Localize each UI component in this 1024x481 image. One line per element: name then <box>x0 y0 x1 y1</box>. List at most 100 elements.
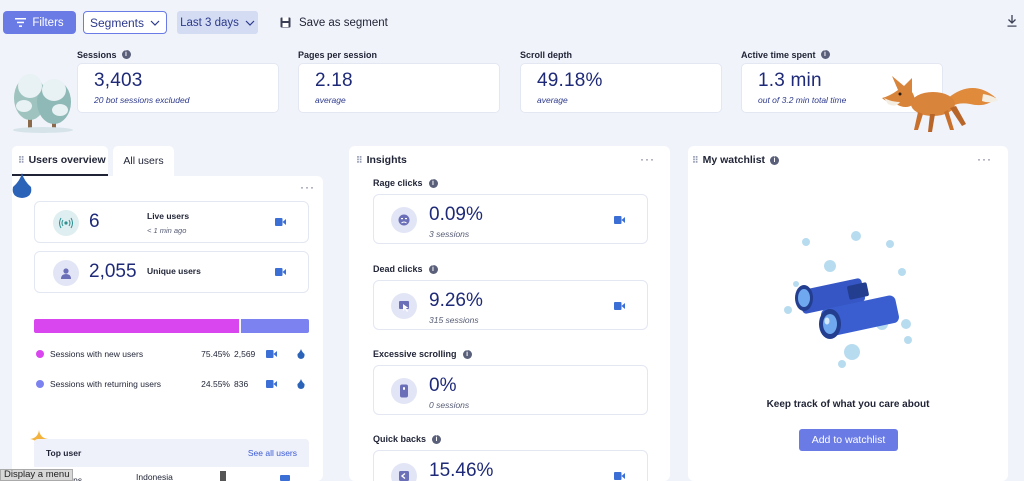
fox-illustration <box>882 76 998 132</box>
stat-value: 2.18 <box>315 70 353 91</box>
sessions-new-users-row: Sessions with new users 75.45% 2,569 <box>36 347 306 361</box>
chevron-down-icon <box>150 20 160 26</box>
insight-label-quick-backs: Quick backs i <box>373 434 442 444</box>
unique-users-value: 2,055 <box>89 261 137 282</box>
video-icon[interactable] <box>266 350 277 358</box>
row-count: 2,569 <box>234 349 256 359</box>
stat-label: Sessions <box>77 49 117 60</box>
more-options-icon[interactable]: ··· <box>977 152 992 166</box>
insight-card-dead-clicks[interactable]: 9.26% 315 sessions <box>373 280 648 330</box>
stat-scroll-depth: Scroll depth 49.18% average <box>520 48 722 113</box>
insight-label-dead-clicks: Dead clicks i <box>373 264 438 274</box>
unique-users-card: 2,055 Unique users <box>34 251 309 293</box>
save-icon <box>280 17 291 28</box>
save-segment-label: Save as segment <box>299 16 388 29</box>
cursor-click-icon <box>391 293 417 319</box>
info-icon[interactable]: i <box>121 50 131 59</box>
live-users-label: Live users <box>147 211 190 221</box>
live-users-time: < 1 min ago <box>147 226 187 235</box>
scroll-icon <box>391 378 417 404</box>
sessions-returning-users-row: Sessions with returning users 24.55% 836 <box>36 377 306 391</box>
insight-card-quick-backs[interactable]: 15.46% <box>373 450 648 481</box>
tab-all-users[interactable]: All users <box>113 146 174 176</box>
heatmap-icon[interactable] <box>297 349 305 359</box>
row-count: 836 <box>234 379 249 389</box>
stat-pages-per-session: Pages per session 2.18 average <box>298 48 500 113</box>
stat-label: Scroll depth <box>520 49 573 60</box>
insight-card-excessive-scrolling[interactable]: 0% 0 sessions <box>373 365 648 415</box>
returning-users-bar-segment <box>241 319 309 333</box>
date-range-label: Last 3 days <box>180 16 239 29</box>
info-icon[interactable]: i <box>428 178 438 188</box>
unique-users-label: Unique users <box>147 266 201 276</box>
sessions-split-bar <box>34 319 309 333</box>
drag-handle-icon[interactable]: ⠿ <box>18 155 25 166</box>
more-options-icon[interactable]: ··· <box>300 180 315 194</box>
watchlist-message: Keep track of what you care about <box>766 399 930 410</box>
info-icon[interactable]: i <box>428 264 438 274</box>
save-segment-button[interactable]: Save as segment <box>280 11 388 34</box>
insight-label-excessive-scrolling: Excessive scrolling i <box>373 349 472 359</box>
drag-handle-icon[interactable]: ⠿ <box>356 155 363 166</box>
add-to-watchlist-button[interactable]: Add to watchlist <box>799 429 898 451</box>
heatmap-icon[interactable] <box>297 379 305 389</box>
info-icon[interactable]: i <box>432 434 442 444</box>
stat-value: 49.18% <box>537 70 603 91</box>
info-icon[interactable]: i <box>820 50 830 59</box>
panel-title: My watchlist <box>702 154 766 166</box>
stat-subtext: 20 bot sessions excluded <box>94 95 190 105</box>
video-icon[interactable] <box>266 380 277 388</box>
stat-label: Active time spent <box>741 49 816 60</box>
stat-card: 3,403 20 bot sessions excluded <box>77 63 279 113</box>
info-icon[interactable]: i <box>462 349 472 359</box>
see-all-users-link[interactable]: See all users <box>248 448 297 458</box>
tab-label: All users <box>123 155 164 167</box>
new-users-bar-segment <box>34 319 242 333</box>
video-icon[interactable] <box>275 218 286 226</box>
stat-subtext: average <box>315 95 346 105</box>
back-arrow-icon <box>391 463 417 481</box>
insights-header: ⠿ Insights <box>356 154 407 166</box>
segments-dropdown[interactable]: Segments <box>83 11 167 34</box>
row-label: Sessions with returning users <box>50 379 162 389</box>
stat-sessions: Sessions i 3,403 20 bot sessions excluded <box>77 48 279 113</box>
tab-label: Users overview <box>28 154 106 166</box>
top-user-country: Indonesia <box>136 472 173 481</box>
drag-handle-icon[interactable]: ⠿ <box>692 155 699 166</box>
more-options-icon[interactable]: ··· <box>640 152 655 166</box>
info-icon[interactable]: i <box>770 155 780 165</box>
filters-button[interactable]: Filters <box>3 11 76 34</box>
stat-card: 2.18 average <box>298 63 500 113</box>
snowy-tree-illustration <box>13 74 73 133</box>
broadcast-icon <box>53 210 79 236</box>
waterdrop-icon <box>12 173 32 198</box>
tab-users-overview[interactable]: ⠿ Users overview <box>12 146 108 176</box>
filters-label: Filters <box>32 16 64 29</box>
top-user-title: Top user <box>46 448 82 458</box>
row-percent: 24.55% <box>201 379 230 389</box>
panel-title: Insights <box>366 154 407 166</box>
video-icon[interactable] <box>614 216 625 224</box>
video-icon[interactable] <box>614 472 625 480</box>
insight-card-rage-clicks[interactable]: 0.09% 3 sessions <box>373 194 648 244</box>
insight-value: 0% <box>429 375 457 396</box>
row-label: Sessions with new users <box>50 349 144 359</box>
video-icon[interactable] <box>614 302 625 310</box>
binoculars-illustration <box>784 231 912 368</box>
insight-label-rage-clicks: Rage clicks i <box>373 178 438 188</box>
download-icon[interactable] <box>1007 14 1017 32</box>
toolbar: Filters Segments Last 3 days Save as seg… <box>0 0 1024 44</box>
live-users-card: 6 Live users < 1 min ago <box>34 201 309 243</box>
tooltip: Display a menu <box>0 469 74 481</box>
insight-sub: 0 sessions <box>429 400 470 410</box>
insight-value: 15.46% <box>429 460 494 481</box>
insight-value: 0.09% <box>429 204 483 225</box>
video-icon[interactable] <box>275 268 286 276</box>
user-icon <box>53 260 79 286</box>
date-range-dropdown[interactable]: Last 3 days <box>177 11 258 34</box>
legend-dot <box>36 380 44 388</box>
chevron-down-icon <box>245 20 255 26</box>
video-icon[interactable] <box>280 475 290 481</box>
insight-value: 9.26% <box>429 290 483 311</box>
row-percent: 75.45% <box>201 349 230 359</box>
